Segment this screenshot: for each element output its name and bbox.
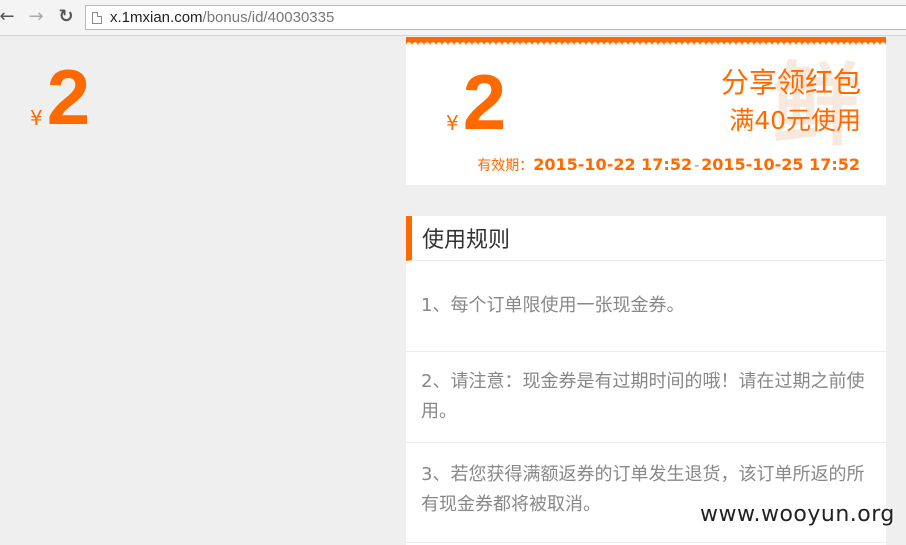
coupon-currency-symbol: ¥ <box>446 111 459 135</box>
site-watermark: www.wooyun.org <box>700 502 895 527</box>
coupon-validity: 有效期：2015-10-22 17:52-2015-10-25 17:52 <box>477 155 860 175</box>
forward-arrow-icon[interactable]: → <box>26 7 46 27</box>
url-text[interactable]: x.1mxian.com/bonus/id/40030335 <box>110 9 334 26</box>
valid-to: 2015-10-25 17:52 <box>701 155 860 174</box>
coupon-amount-value: 2 <box>462 58 507 146</box>
amount-value: 2 <box>46 53 91 141</box>
rules-card: 使用规则 1、每个订单限使用一张现金券。 2、请注意：现金券是有过期时间的哦！请… <box>406 216 886 545</box>
valid-from: 2015-10-22 17:52 <box>533 155 693 174</box>
rule-item: 3、若您获得满额返券的订单发生退货，该订单所返的所有现金券都将被取消。 <box>406 443 886 543</box>
coupon-amount: ¥ 2 <box>446 63 506 141</box>
url-host: x.1mxian.com <box>110 9 203 26</box>
browser-toolbar: ← → ↻ x.1mxian.com/bonus/id/40030335 <box>0 0 906 36</box>
rule-text: 2、请注意：现金券是有过期时间的哦！请在过期之前使用。 <box>421 371 865 422</box>
rules-title: 使用规则 <box>422 228 511 253</box>
coupon-condition: 满40元使用 <box>729 106 861 135</box>
page-icon <box>92 11 102 24</box>
currency-symbol: ¥ <box>30 106 43 130</box>
rule-text: 1、每个订单限使用一张现金券。 <box>421 295 685 316</box>
rule-item: 2、请注意：现金券是有过期时间的哦！请在过期之前使用。 <box>406 352 886 443</box>
validity-separator: - <box>694 158 700 174</box>
rule-item: 1、每个订单限使用一张现金券。 <box>406 261 886 352</box>
back-arrow-icon[interactable]: ← <box>0 7 17 27</box>
url-path: /bonus/id/40030335 <box>202 9 335 26</box>
coupon-serrated-edge <box>406 37 886 45</box>
coupon-card: 鲜 ¥ 2 分享领红包 满40元使用 有效期：2015-10-22 17:52-… <box>406 37 886 185</box>
rules-header: 使用规则 <box>406 216 886 261</box>
validity-label: 有效期： <box>477 158 534 174</box>
coupon-title: 分享领红包 <box>720 66 861 99</box>
address-bar[interactable]: x.1mxian.com/bonus/id/40030335 <box>85 5 906 30</box>
reload-icon[interactable]: ↻ <box>56 7 76 27</box>
left-amount-preview: ¥ 2 <box>30 58 90 136</box>
